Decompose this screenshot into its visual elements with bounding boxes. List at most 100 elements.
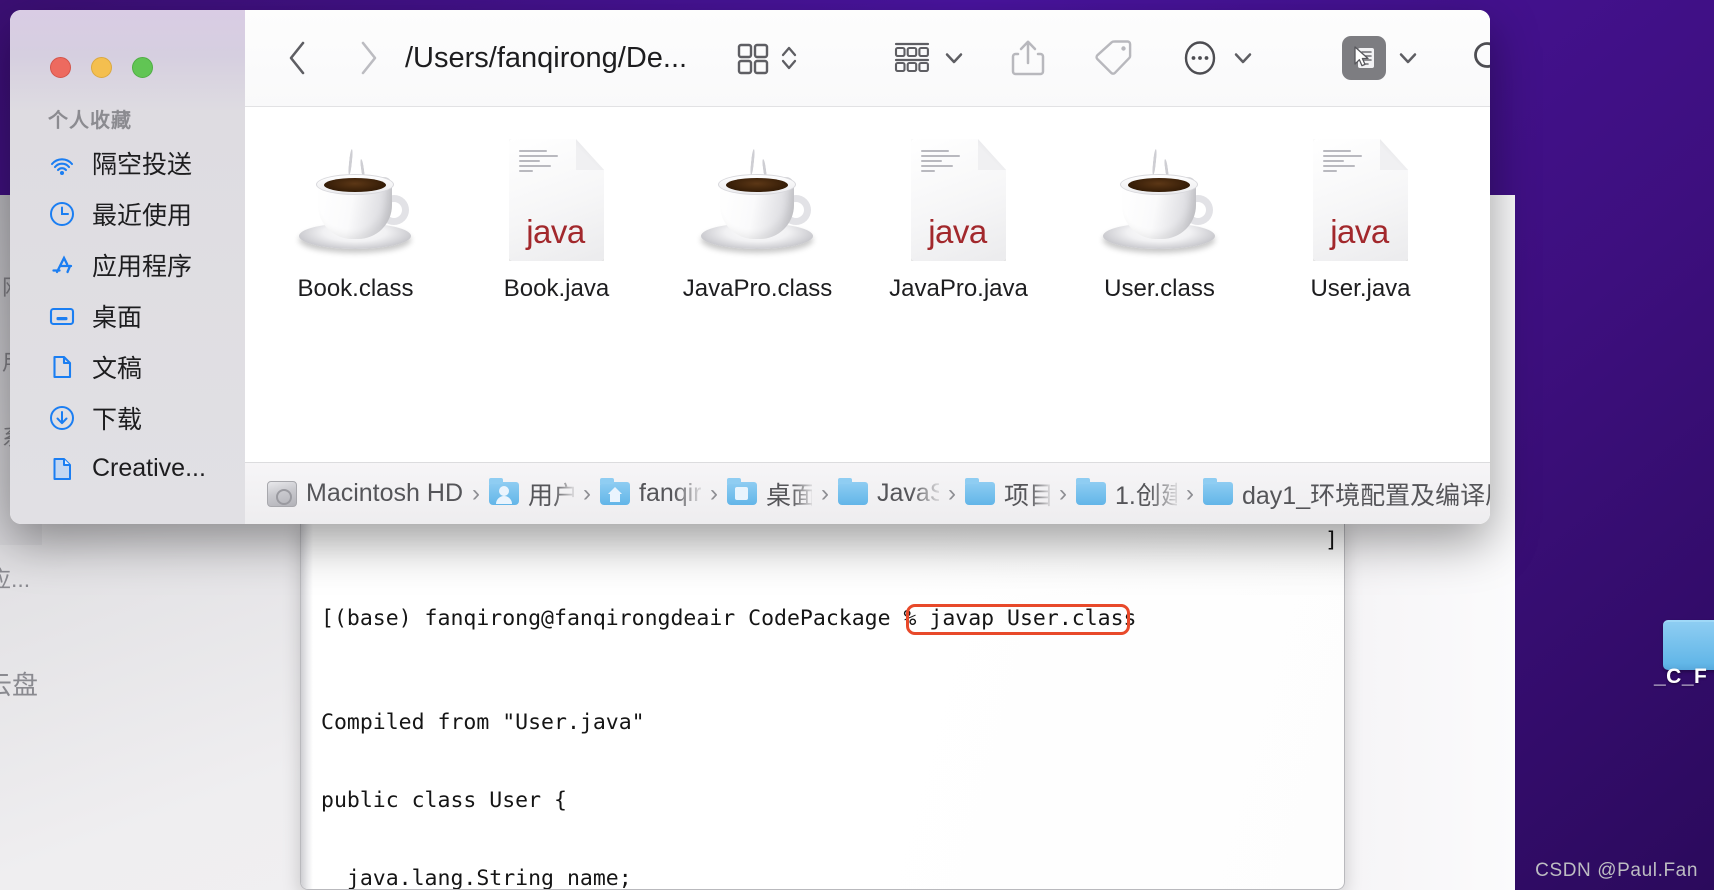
sidebar-item-desktop[interactable]: 桌面 [10, 290, 245, 341]
folder-icon [965, 478, 995, 505]
document-icon [48, 353, 76, 381]
breadcrumb-item-home[interactable]: fanqirong [600, 478, 701, 508]
breadcrumb-label: fanqirong [639, 479, 701, 507]
search-button[interactable] [1469, 37, 1490, 79]
view-mode-chevron-icon[interactable] [779, 40, 799, 76]
breadcrumb-item-desktop[interactable]: 桌面 [727, 476, 812, 512]
file-item[interactable]: JavaPro.class [657, 135, 858, 303]
folder-icon [1203, 478, 1233, 505]
breadcrumb-label: 用户 [528, 481, 574, 510]
java-source-doc-icon: java [1313, 135, 1408, 265]
sidebar-item-label: Creative... [92, 454, 206, 482]
minimize-button[interactable] [91, 57, 112, 78]
desktop-icon [48, 302, 76, 330]
page-title: /Users/fanqirong/De... [405, 41, 688, 74]
sidebar-item-applications[interactable]: 应用程序 [10, 239, 245, 290]
screenshot-markup-control[interactable] [1342, 36, 1419, 80]
file-item[interactable]: java User.java [1260, 135, 1461, 303]
clock-icon [48, 200, 76, 228]
group-chevron-down-icon[interactable] [943, 47, 965, 69]
tag-button[interactable] [1093, 37, 1135, 79]
sidebar-item-creative[interactable]: Creative... [10, 443, 245, 494]
group-by-button[interactable] [892, 40, 965, 76]
breadcrumb-label: 桌面 [766, 481, 812, 510]
sidebar-item-label: 最近使用 [92, 201, 193, 230]
file-type-badge: java [1330, 213, 1389, 250]
breadcrumb-separator-icon: › [583, 479, 591, 507]
screenshot-chevron-down-icon[interactable] [1397, 47, 1419, 69]
background-sidebar-text-2: 云盘 [0, 670, 39, 700]
breadcrumb-separator-icon: › [821, 479, 829, 507]
users-folder-icon [489, 478, 519, 505]
share-button[interactable] [1009, 36, 1047, 80]
download-icon [48, 404, 76, 432]
terminal-line: java.lang.String name; [321, 866, 632, 890]
java-source-doc-icon: java [509, 135, 604, 265]
finder-sidebar: 个人收藏 隔空投送 最近使用 应用程序 桌面 文稿 下载 Creative... [10, 10, 245, 524]
file-grid[interactable]: Book.class java Book.java JavaPro.class [245, 107, 1490, 462]
screenshot-markup-icon[interactable] [1342, 36, 1387, 80]
icon-view-icon[interactable] [734, 40, 770, 76]
terminal-line: Compiled from "User.java" [321, 710, 645, 735]
hard-disk-icon [267, 480, 297, 507]
sidebar-item-label: 隔空投送 [92, 150, 193, 179]
java-class-coffee-icon [1099, 135, 1221, 265]
breadcrumb-item-day1[interactable]: day1_环境配置及编译原理 [1203, 476, 1490, 512]
terminal-highlighted-command: javap User.class [929, 606, 1137, 631]
app-store-icon [48, 251, 76, 279]
file-item[interactable]: java JavaPro.java [858, 135, 1059, 303]
folder-icon [1076, 478, 1106, 505]
more-chevron-down-icon[interactable] [1232, 47, 1254, 69]
breadcrumb: Macintosh HD › 用户 › fanqirong › 桌面 › Jav… [245, 462, 1490, 524]
file-name-label: JavaPro.class [682, 275, 833, 302]
desktop-folder-icon[interactable] [1663, 620, 1714, 670]
breadcrumb-item-javase[interactable]: JavaSE [838, 478, 939, 508]
background-sidebar-text-1: 应... [0, 566, 31, 592]
watermark: CSDN @Paul.Fan [1535, 860, 1698, 881]
file-name-label: User.java [1310, 275, 1411, 302]
finder-window[interactable]: 个人收藏 隔空投送 最近使用 应用程序 桌面 文稿 下载 Creative...… [10, 10, 1490, 524]
breadcrumb-label: JavaSE [877, 479, 939, 507]
terminal-window[interactable]: [(base) fanqirong@fanqirongdeair CodePac… [300, 520, 1345, 890]
file-item[interactable]: Book.class [255, 135, 456, 303]
sidebar-item-documents[interactable]: 文稿 [10, 341, 245, 392]
finder-toolbar: /Users/fanqirong/De... [245, 10, 1490, 107]
breadcrumb-item-users[interactable]: 用户 [489, 476, 574, 512]
breadcrumb-item-macintosh-hd[interactable]: Macintosh HD [267, 479, 463, 508]
breadcrumb-separator-icon: › [948, 479, 956, 507]
file-item[interactable]: User.class [1059, 135, 1260, 303]
sidebar-item-label: 桌面 [92, 303, 143, 332]
maximize-button[interactable] [132, 57, 153, 78]
breadcrumb-label: 1.创建 [1115, 481, 1177, 510]
sidebar-item-downloads[interactable]: 下载 [10, 392, 245, 443]
file-name-label: JavaPro.java [889, 275, 1028, 302]
airdrop-icon [48, 149, 76, 177]
java-class-coffee-icon [697, 135, 819, 265]
forward-button[interactable] [345, 35, 391, 81]
home-folder-icon [600, 478, 630, 505]
view-mode-control[interactable] [734, 40, 799, 76]
breadcrumb-item-project[interactable]: 项目 [965, 476, 1050, 512]
breadcrumb-separator-icon: › [710, 479, 718, 507]
more-ellipsis-icon[interactable] [1179, 37, 1221, 79]
more-actions-button[interactable] [1179, 37, 1254, 79]
breadcrumb-label: 项目 [1004, 481, 1050, 510]
terminal-line: public class User { [321, 788, 567, 813]
close-button[interactable] [50, 57, 71, 78]
back-button[interactable] [275, 35, 321, 81]
terminal-trailing-bracket: ] [1325, 528, 1338, 553]
sidebar-item-recents[interactable]: 最近使用 [10, 188, 245, 239]
sidebar-item-label: 文稿 [92, 354, 143, 383]
file-item[interactable]: java Book.java [456, 135, 657, 303]
breadcrumb-item-step1[interactable]: 1.创建 [1076, 476, 1177, 512]
sidebar-section-title: 个人收藏 [48, 110, 132, 132]
terminal-output[interactable]: [(base) fanqirong@fanqirongdeair CodePac… [313, 520, 1344, 889]
breadcrumb-separator-icon: › [1186, 479, 1194, 507]
desktop-folder-icon [727, 478, 757, 505]
breadcrumb-label: Macintosh HD [306, 479, 463, 507]
group-by-icon[interactable] [892, 40, 932, 76]
finder-main-pane: /Users/fanqirong/De... Book.class java B… [245, 10, 1490, 524]
breadcrumb-separator-icon: › [1059, 479, 1067, 507]
sidebar-item-airdrop[interactable]: 隔空投送 [10, 137, 245, 188]
file-icon [48, 455, 76, 483]
